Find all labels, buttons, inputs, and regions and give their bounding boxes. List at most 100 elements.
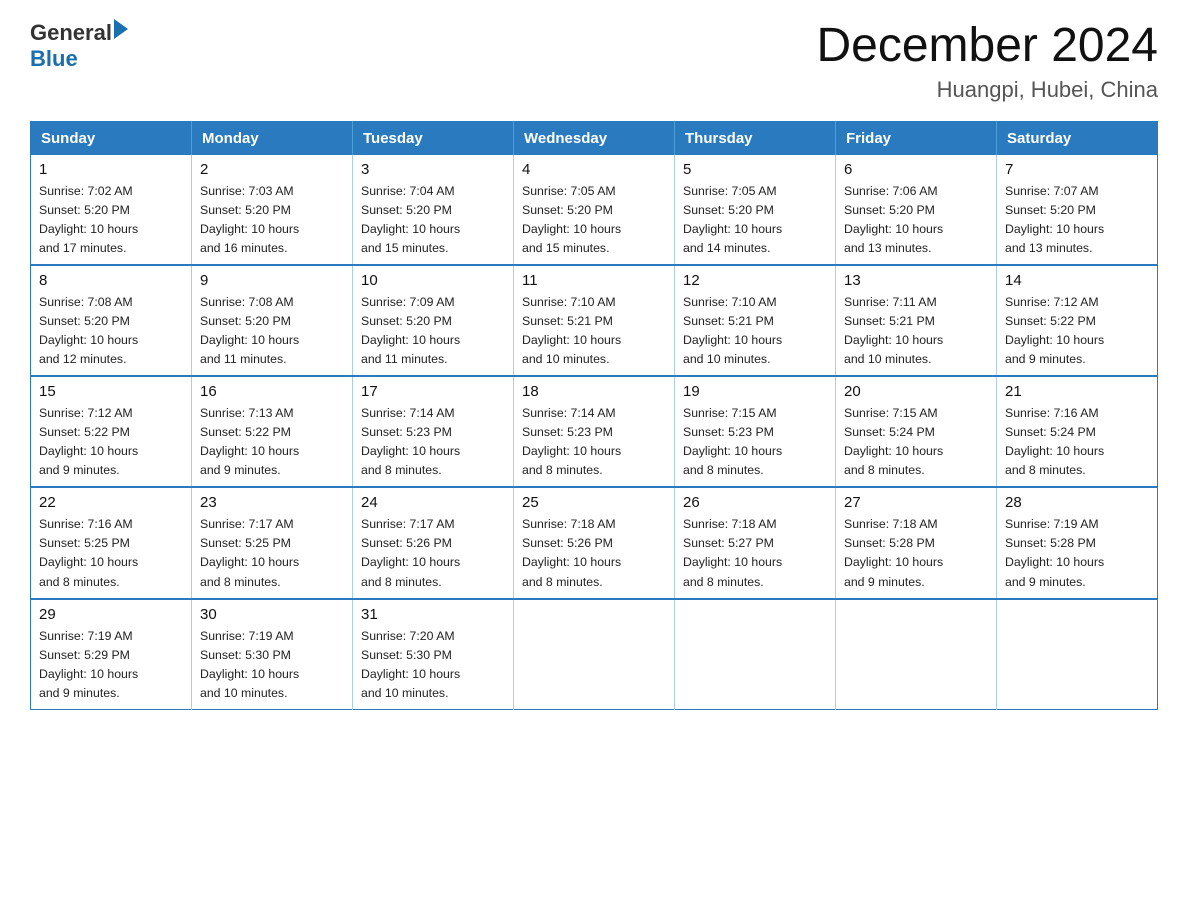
calendar-cell: 11 Sunrise: 7:10 AM Sunset: 5:21 PM Dayl… (514, 265, 675, 376)
location-title: Huangpi, Hubei, China (816, 77, 1158, 103)
day-info: Sunrise: 7:15 AM Sunset: 5:24 PM Dayligh… (844, 404, 988, 480)
day-info: Sunrise: 7:06 AM Sunset: 5:20 PM Dayligh… (844, 182, 988, 258)
calendar-cell: 20 Sunrise: 7:15 AM Sunset: 5:24 PM Dayl… (836, 376, 997, 487)
day-header-monday: Monday (192, 121, 353, 155)
day-info: Sunrise: 7:10 AM Sunset: 5:21 PM Dayligh… (683, 293, 827, 369)
day-info: Sunrise: 7:11 AM Sunset: 5:21 PM Dayligh… (844, 293, 988, 369)
week-row-3: 15 Sunrise: 7:12 AM Sunset: 5:22 PM Dayl… (31, 376, 1158, 487)
day-info: Sunrise: 7:16 AM Sunset: 5:24 PM Dayligh… (1005, 404, 1149, 480)
calendar-cell: 8 Sunrise: 7:08 AM Sunset: 5:20 PM Dayli… (31, 265, 192, 376)
calendar-cell: 14 Sunrise: 7:12 AM Sunset: 5:22 PM Dayl… (997, 265, 1158, 376)
day-info: Sunrise: 7:13 AM Sunset: 5:22 PM Dayligh… (200, 404, 344, 480)
day-number: 12 (683, 272, 827, 289)
calendar-cell: 18 Sunrise: 7:14 AM Sunset: 5:23 PM Dayl… (514, 376, 675, 487)
day-number: 9 (200, 272, 344, 289)
day-number: 7 (1005, 161, 1149, 178)
day-info: Sunrise: 7:19 AM Sunset: 5:29 PM Dayligh… (39, 627, 183, 703)
day-info: Sunrise: 7:14 AM Sunset: 5:23 PM Dayligh… (522, 404, 666, 480)
day-number: 5 (683, 161, 827, 178)
calendar-cell: 27 Sunrise: 7:18 AM Sunset: 5:28 PM Dayl… (836, 487, 997, 598)
day-number: 8 (39, 272, 183, 289)
day-info: Sunrise: 7:19 AM Sunset: 5:28 PM Dayligh… (1005, 515, 1149, 591)
day-info: Sunrise: 7:20 AM Sunset: 5:30 PM Dayligh… (361, 627, 505, 703)
calendar-cell: 3 Sunrise: 7:04 AM Sunset: 5:20 PM Dayli… (353, 155, 514, 265)
day-info: Sunrise: 7:05 AM Sunset: 5:20 PM Dayligh… (683, 182, 827, 258)
day-header-friday: Friday (836, 121, 997, 155)
day-number: 29 (39, 606, 183, 623)
day-header-saturday: Saturday (997, 121, 1158, 155)
title-area: December 2024 Huangpi, Hubei, China (816, 20, 1158, 103)
day-number: 14 (1005, 272, 1149, 289)
day-number: 28 (1005, 494, 1149, 511)
day-header-sunday: Sunday (31, 121, 192, 155)
day-number: 24 (361, 494, 505, 511)
month-title: December 2024 (816, 20, 1158, 73)
day-header-tuesday: Tuesday (353, 121, 514, 155)
calendar-cell: 4 Sunrise: 7:05 AM Sunset: 5:20 PM Dayli… (514, 155, 675, 265)
day-info: Sunrise: 7:08 AM Sunset: 5:20 PM Dayligh… (200, 293, 344, 369)
calendar-cell: 5 Sunrise: 7:05 AM Sunset: 5:20 PM Dayli… (675, 155, 836, 265)
day-number: 18 (522, 383, 666, 400)
day-number: 13 (844, 272, 988, 289)
day-info: Sunrise: 7:19 AM Sunset: 5:30 PM Dayligh… (200, 627, 344, 703)
day-info: Sunrise: 7:09 AM Sunset: 5:20 PM Dayligh… (361, 293, 505, 369)
day-info: Sunrise: 7:03 AM Sunset: 5:20 PM Dayligh… (200, 182, 344, 258)
calendar-cell: 26 Sunrise: 7:18 AM Sunset: 5:27 PM Dayl… (675, 487, 836, 598)
day-number: 20 (844, 383, 988, 400)
day-number: 19 (683, 383, 827, 400)
day-number: 16 (200, 383, 344, 400)
calendar-cell: 23 Sunrise: 7:17 AM Sunset: 5:25 PM Dayl… (192, 487, 353, 598)
calendar-cell: 9 Sunrise: 7:08 AM Sunset: 5:20 PM Dayli… (192, 265, 353, 376)
logo-blue-text: Blue (30, 46, 128, 72)
week-row-2: 8 Sunrise: 7:08 AM Sunset: 5:20 PM Dayli… (31, 265, 1158, 376)
calendar-cell: 13 Sunrise: 7:11 AM Sunset: 5:21 PM Dayl… (836, 265, 997, 376)
day-number: 15 (39, 383, 183, 400)
day-info: Sunrise: 7:15 AM Sunset: 5:23 PM Dayligh… (683, 404, 827, 480)
day-info: Sunrise: 7:12 AM Sunset: 5:22 PM Dayligh… (39, 404, 183, 480)
day-info: Sunrise: 7:04 AM Sunset: 5:20 PM Dayligh… (361, 182, 505, 258)
week-row-4: 22 Sunrise: 7:16 AM Sunset: 5:25 PM Dayl… (31, 487, 1158, 598)
day-number: 4 (522, 161, 666, 178)
day-number: 30 (200, 606, 344, 623)
calendar-cell: 19 Sunrise: 7:15 AM Sunset: 5:23 PM Dayl… (675, 376, 836, 487)
day-number: 25 (522, 494, 666, 511)
day-info: Sunrise: 7:08 AM Sunset: 5:20 PM Dayligh… (39, 293, 183, 369)
page-header: General Blue December 2024 Huangpi, Hube… (30, 20, 1158, 103)
day-number: 2 (200, 161, 344, 178)
day-number: 21 (1005, 383, 1149, 400)
calendar-cell: 6 Sunrise: 7:06 AM Sunset: 5:20 PM Dayli… (836, 155, 997, 265)
day-number: 31 (361, 606, 505, 623)
calendar-cell: 12 Sunrise: 7:10 AM Sunset: 5:21 PM Dayl… (675, 265, 836, 376)
day-info: Sunrise: 7:17 AM Sunset: 5:25 PM Dayligh… (200, 515, 344, 591)
logo-arrow-icon (114, 19, 128, 39)
day-info: Sunrise: 7:05 AM Sunset: 5:20 PM Dayligh… (522, 182, 666, 258)
calendar-cell: 1 Sunrise: 7:02 AM Sunset: 5:20 PM Dayli… (31, 155, 192, 265)
day-info: Sunrise: 7:12 AM Sunset: 5:22 PM Dayligh… (1005, 293, 1149, 369)
day-info: Sunrise: 7:10 AM Sunset: 5:21 PM Dayligh… (522, 293, 666, 369)
day-header-wednesday: Wednesday (514, 121, 675, 155)
calendar-header-row: SundayMondayTuesdayWednesdayThursdayFrid… (31, 121, 1158, 155)
calendar-cell: 17 Sunrise: 7:14 AM Sunset: 5:23 PM Dayl… (353, 376, 514, 487)
calendar-cell: 21 Sunrise: 7:16 AM Sunset: 5:24 PM Dayl… (997, 376, 1158, 487)
day-info: Sunrise: 7:17 AM Sunset: 5:26 PM Dayligh… (361, 515, 505, 591)
day-number: 1 (39, 161, 183, 178)
day-number: 22 (39, 494, 183, 511)
day-header-thursday: Thursday (675, 121, 836, 155)
day-info: Sunrise: 7:02 AM Sunset: 5:20 PM Dayligh… (39, 182, 183, 258)
calendar-cell: 29 Sunrise: 7:19 AM Sunset: 5:29 PM Dayl… (31, 599, 192, 710)
week-row-5: 29 Sunrise: 7:19 AM Sunset: 5:29 PM Dayl… (31, 599, 1158, 710)
calendar-cell: 16 Sunrise: 7:13 AM Sunset: 5:22 PM Dayl… (192, 376, 353, 487)
day-info: Sunrise: 7:18 AM Sunset: 5:28 PM Dayligh… (844, 515, 988, 591)
day-info: Sunrise: 7:18 AM Sunset: 5:26 PM Dayligh… (522, 515, 666, 591)
calendar-cell: 28 Sunrise: 7:19 AM Sunset: 5:28 PM Dayl… (997, 487, 1158, 598)
day-number: 11 (522, 272, 666, 289)
calendar-cell: 7 Sunrise: 7:07 AM Sunset: 5:20 PM Dayli… (997, 155, 1158, 265)
day-info: Sunrise: 7:14 AM Sunset: 5:23 PM Dayligh… (361, 404, 505, 480)
week-row-1: 1 Sunrise: 7:02 AM Sunset: 5:20 PM Dayli… (31, 155, 1158, 265)
day-number: 26 (683, 494, 827, 511)
calendar-cell: 22 Sunrise: 7:16 AM Sunset: 5:25 PM Dayl… (31, 487, 192, 598)
logo: General Blue (30, 20, 128, 72)
day-number: 17 (361, 383, 505, 400)
calendar-cell: 30 Sunrise: 7:19 AM Sunset: 5:30 PM Dayl… (192, 599, 353, 710)
calendar-cell: 24 Sunrise: 7:17 AM Sunset: 5:26 PM Dayl… (353, 487, 514, 598)
